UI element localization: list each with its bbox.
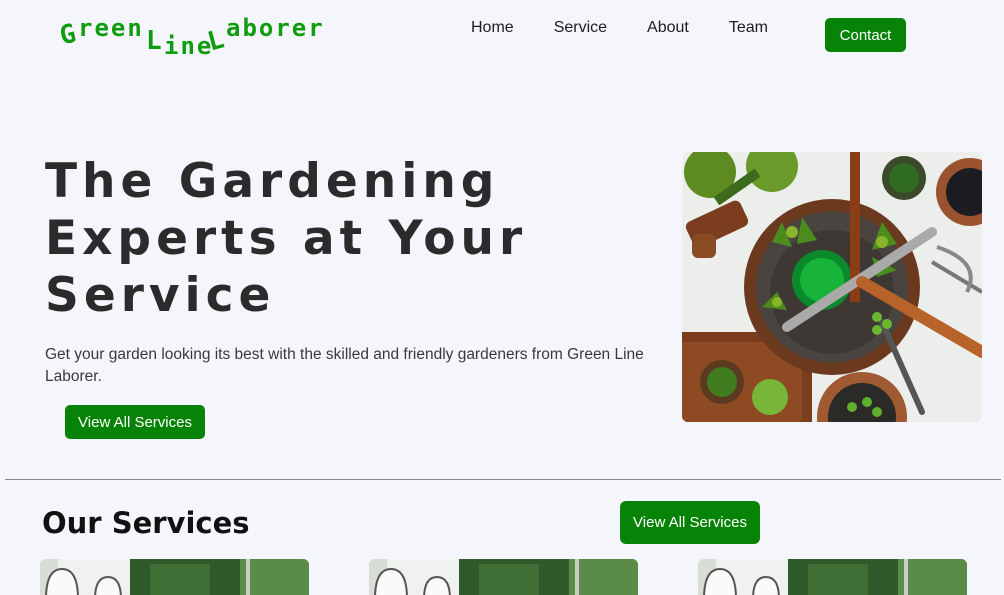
main-nav: Home Service About Team — [471, 19, 768, 37]
garden-tools-illustration — [682, 152, 982, 422]
section-divider — [5, 479, 1001, 480]
hero-garden-tools-image — [682, 152, 982, 422]
service-card[interactable] — [698, 559, 967, 595]
house-garden-photo-icon — [40, 559, 309, 595]
house-garden-photo-icon — [369, 559, 638, 595]
nav-service[interactable]: Service — [554, 19, 607, 37]
hero-subtitle: Get your garden looking its best with th… — [45, 346, 644, 385]
services-title: Our Services — [42, 506, 250, 540]
logo-letters: reen — [78, 14, 144, 42]
service-card[interactable] — [369, 559, 638, 595]
hero-title: The Gardening Experts at Your Service — [45, 154, 528, 323]
logo-letter: G — [57, 18, 79, 52]
services-view-all-button[interactable]: View All Services — [620, 501, 760, 544]
nav-team[interactable]: Team — [729, 19, 768, 37]
view-all-services-button[interactable]: View All Services — [65, 405, 205, 439]
logo[interactable]: G reen L ine L aborer — [57, 12, 340, 60]
contact-button[interactable]: Contact — [825, 18, 906, 52]
nav-home[interactable]: Home — [471, 19, 514, 37]
house-garden-photo-icon — [698, 559, 967, 595]
nav-about[interactable]: About — [647, 19, 689, 37]
service-card[interactable] — [40, 559, 309, 595]
logo-letters: aborer — [226, 14, 325, 42]
logo-letter: L — [146, 26, 162, 56]
